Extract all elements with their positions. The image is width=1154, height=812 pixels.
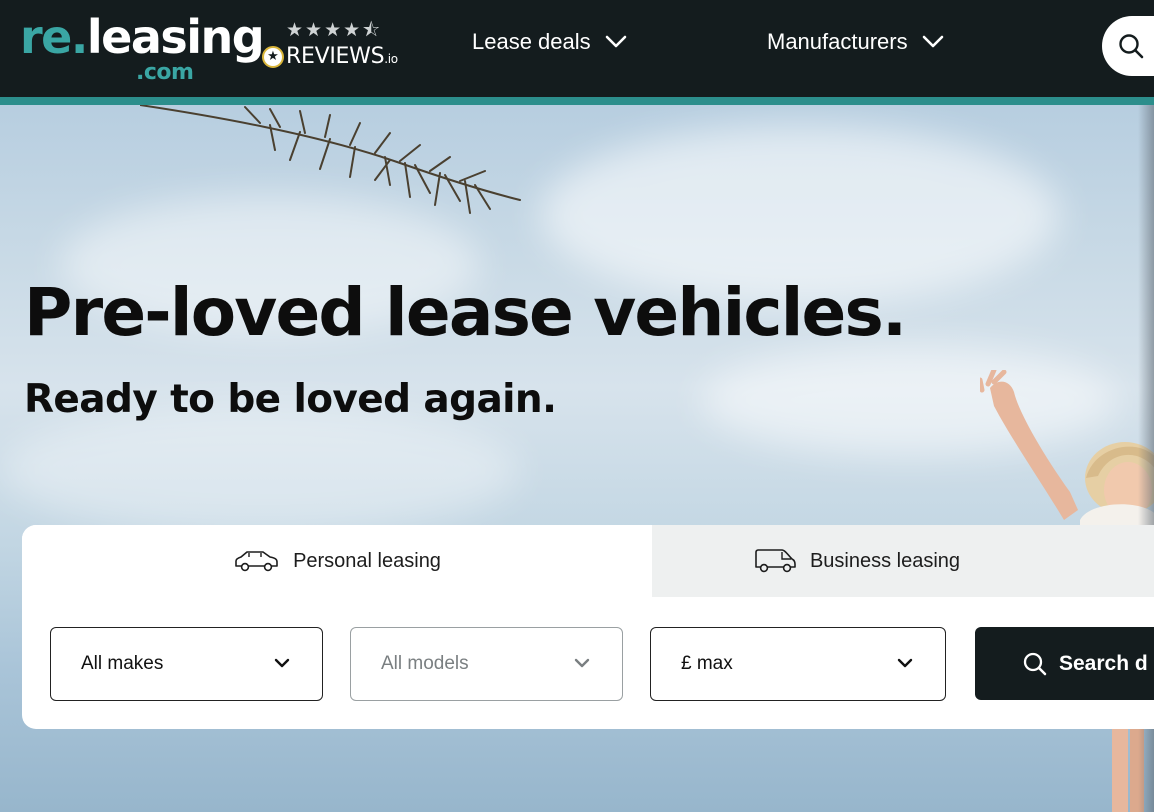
makes-select[interactable]: All makes [50, 627, 323, 701]
tab-personal-leasing-label: Personal leasing [293, 549, 441, 572]
hero-title: Pre-loved lease vehicles. [24, 274, 907, 351]
lease-search-panel: Personal leasing Business leasing All ma… [22, 525, 1154, 729]
search-icon [1023, 652, 1047, 675]
tab-business-leasing[interactable]: Business leasing [652, 525, 1154, 597]
logo-domain: .com [136, 60, 194, 85]
chevron-down-icon [574, 658, 590, 668]
site-logo[interactable]: re.leasing .com [20, 10, 265, 86]
nav-lease-deals-label: Lease deals [472, 29, 591, 54]
reviews-io-rating[interactable]: ★★★★⯪ ★ REVIEWS.io [262, 18, 417, 74]
chevron-down-icon [897, 658, 913, 668]
tab-business-leasing-label: Business leasing [809, 549, 961, 572]
nav-manufacturers-label: Manufacturers [767, 29, 908, 54]
chevron-down-icon [274, 658, 290, 668]
models-select-value: All models [381, 653, 469, 674]
pine-branch-image [140, 105, 521, 214]
chevron-down-icon [922, 35, 943, 48]
nav-lease-deals[interactable]: Lease deals [472, 26, 627, 58]
header-accent-stripe [0, 97, 1154, 105]
logo-wordmark: re.leasing [20, 10, 265, 64]
models-select[interactable]: All models [350, 627, 623, 701]
header-search-button[interactable] [1102, 16, 1154, 76]
car-icon [235, 551, 278, 572]
site-header: re.leasing .com ★★★★⯪ ★ REVIEWS.io Lease… [0, 0, 1154, 97]
reviews-io-logo: REVIEWS.io [286, 44, 398, 69]
tab-personal-leasing[interactable]: Personal leasing [22, 525, 652, 597]
van-icon [755, 549, 796, 573]
search-deals-button-label: Search d [1059, 651, 1148, 675]
search-icon [1119, 34, 1144, 59]
nav-manufacturers[interactable]: Manufacturers [767, 26, 944, 58]
search-deals-button[interactable]: Search d [975, 627, 1154, 700]
makes-select-value: All makes [81, 653, 164, 674]
budget-max-select-value: £ max [681, 653, 733, 674]
hero-subtitle: Ready to be loved again. [24, 377, 557, 422]
rating-stars: ★★★★⯪ [286, 19, 383, 41]
reviews-star-badge-icon: ★ [262, 46, 284, 68]
chevron-down-icon [605, 35, 626, 48]
hero-banner: Pre-loved lease vehicles. Ready to be lo… [0, 105, 1154, 812]
budget-max-select[interactable]: £ max [650, 627, 946, 701]
